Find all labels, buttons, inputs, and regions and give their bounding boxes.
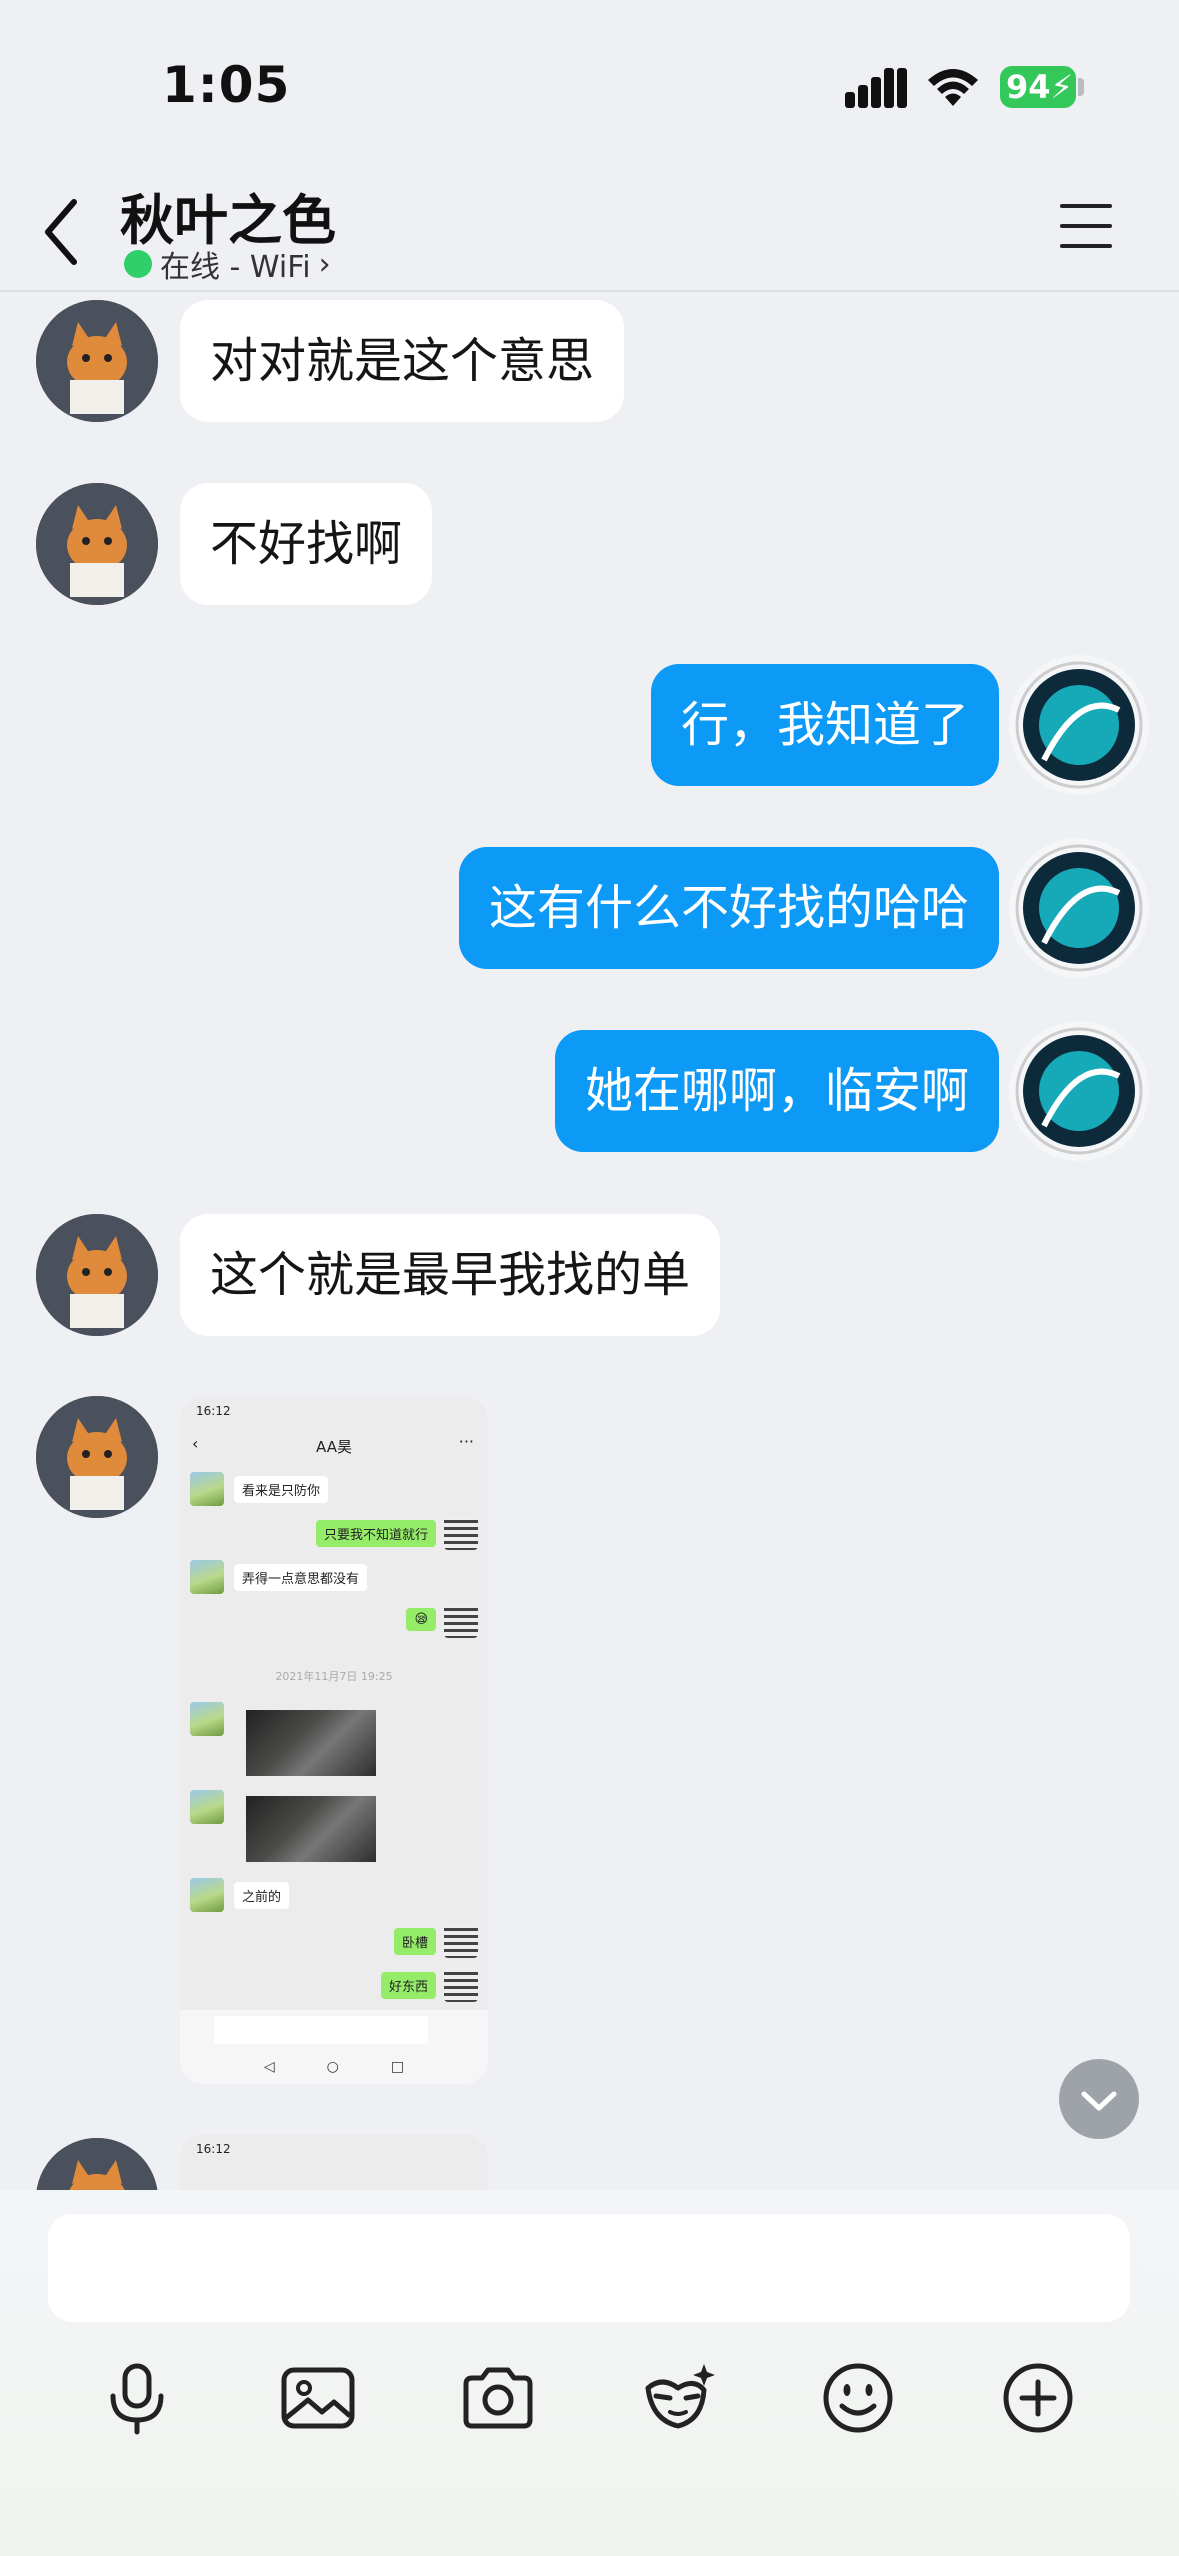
shot-incoming: 弄得一点意思都没有 (234, 1564, 368, 1591)
shot-avatar (190, 1560, 224, 1594)
shot-incoming: 之前的 (234, 1882, 290, 1909)
my-avatar[interactable] (1004, 650, 1154, 800)
cellular-signal-icon (845, 68, 907, 108)
incoming-message[interactable]: 对对就是这个意思 (180, 300, 625, 422)
shot-timestamp: 2021年11月7日 19:25 (275, 1670, 393, 1683)
presence-status[interactable]: 在线 - WiFi › (124, 242, 331, 286)
shot-outgoing: 好东西 (380, 1972, 436, 1999)
battery-cap (1078, 78, 1084, 96)
my-avatar[interactable] (1004, 833, 1154, 983)
emoji-icon (823, 2363, 893, 2433)
shot-avatar-me (444, 1924, 478, 1958)
shot-status-time: 16:12 (196, 2142, 231, 2156)
presence-text: 在线 - WiFi (160, 250, 311, 285)
more-actions-button[interactable] (990, 2350, 1086, 2446)
emoji-button[interactable] (810, 2350, 906, 2446)
message-input[interactable] (48, 2214, 1130, 2322)
image-message-screenshot[interactable]: 16:12 ‹ AA昊 ··· 看来是只防你 只要我不知道就行 弄得一点意思都没… (180, 1396, 488, 2084)
contact-avatar[interactable] (36, 2138, 158, 2190)
incoming-message[interactable]: 不好找啊 (180, 483, 433, 605)
status-time: 1:05 (162, 56, 291, 114)
outgoing-message[interactable]: 这有什么不好找的哈哈 (458, 847, 999, 969)
shot-outgoing: 卧槽 (393, 1928, 436, 1955)
plus-icon (1003, 2363, 1073, 2433)
shot-input-box (214, 2016, 428, 2044)
album-button[interactable] (270, 2350, 366, 2446)
contact-avatar[interactable] (36, 1396, 158, 1518)
message-list[interactable]: 对对就是这个意思 不好找啊 行，我知道了 这有什么不好找的哈哈 她在哪啊，临安啊… (0, 292, 1179, 2190)
camera-button[interactable] (450, 2350, 546, 2446)
shot-incoming: 看来是只防你 (234, 1476, 329, 1503)
sticker-icon (645, 2364, 715, 2429)
my-avatar[interactable] (1004, 1016, 1154, 1166)
back-chevron-icon[interactable] (38, 192, 92, 272)
shot-avatar (190, 1878, 224, 1912)
shot-nav-bar: ◁ ○ □ (180, 2050, 488, 2084)
shot-avatar (190, 1790, 224, 1824)
image-icon (281, 2367, 355, 2429)
shot-avatar-me (444, 1604, 478, 1638)
shot-photo (246, 1796, 376, 1862)
charging-bolt-icon: ⚡ (1050, 68, 1073, 106)
image-message-screenshot[interactable]: 16:12 (180, 2134, 488, 2190)
contact-avatar[interactable] (36, 1214, 158, 1336)
battery-indicator: 94⚡ (1000, 66, 1076, 108)
composer (0, 2190, 1179, 2556)
status-bar: 1:05 94⚡ (0, 0, 1179, 170)
contact-avatar[interactable] (36, 300, 158, 422)
shot-nav-back-icon: ◁ (263, 2059, 275, 2075)
shot-avatar-me (444, 1516, 478, 1550)
chevron-right-icon: › (318, 246, 331, 282)
contact-avatar[interactable] (36, 483, 158, 605)
chat-header: 秋叶之色 在线 - WiFi › (0, 170, 1179, 292)
shot-outgoing: 😪 (406, 1608, 436, 1631)
shot-avatar (190, 1472, 224, 1506)
shot-outgoing: 只要我不知道就行 (315, 1520, 436, 1547)
wifi-icon (928, 69, 978, 106)
outgoing-message[interactable]: 行，我知道了 (650, 664, 999, 786)
online-dot (124, 250, 152, 278)
shot-nav-recent-icon: □ (390, 2059, 405, 2075)
incoming-message[interactable]: 这个就是最早我找的单 (180, 1214, 721, 1336)
shot-status-time: 16:12 (196, 1404, 231, 1418)
voice-button[interactable] (89, 2350, 185, 2446)
camera-icon (463, 2367, 533, 2429)
shot-photo (246, 1710, 376, 1776)
hamburger-menu-icon[interactable] (1058, 200, 1114, 252)
outgoing-message[interactable]: 她在哪啊，临安啊 (554, 1030, 999, 1152)
sticker-button[interactable] (630, 2350, 726, 2446)
shot-avatar-me (444, 1968, 478, 2002)
shot-avatar (190, 1702, 224, 1736)
shot-nav-home-icon: ○ (326, 2059, 339, 2075)
shot-title: AA昊 (316, 1438, 352, 1456)
microphone-icon (110, 2363, 164, 2435)
battery-level: 94 (1006, 68, 1051, 106)
scroll-to-bottom-button[interactable] (1058, 2058, 1140, 2140)
shot-input-bar (180, 2010, 488, 2050)
shot-more-icon: ··· (458, 1432, 474, 1451)
